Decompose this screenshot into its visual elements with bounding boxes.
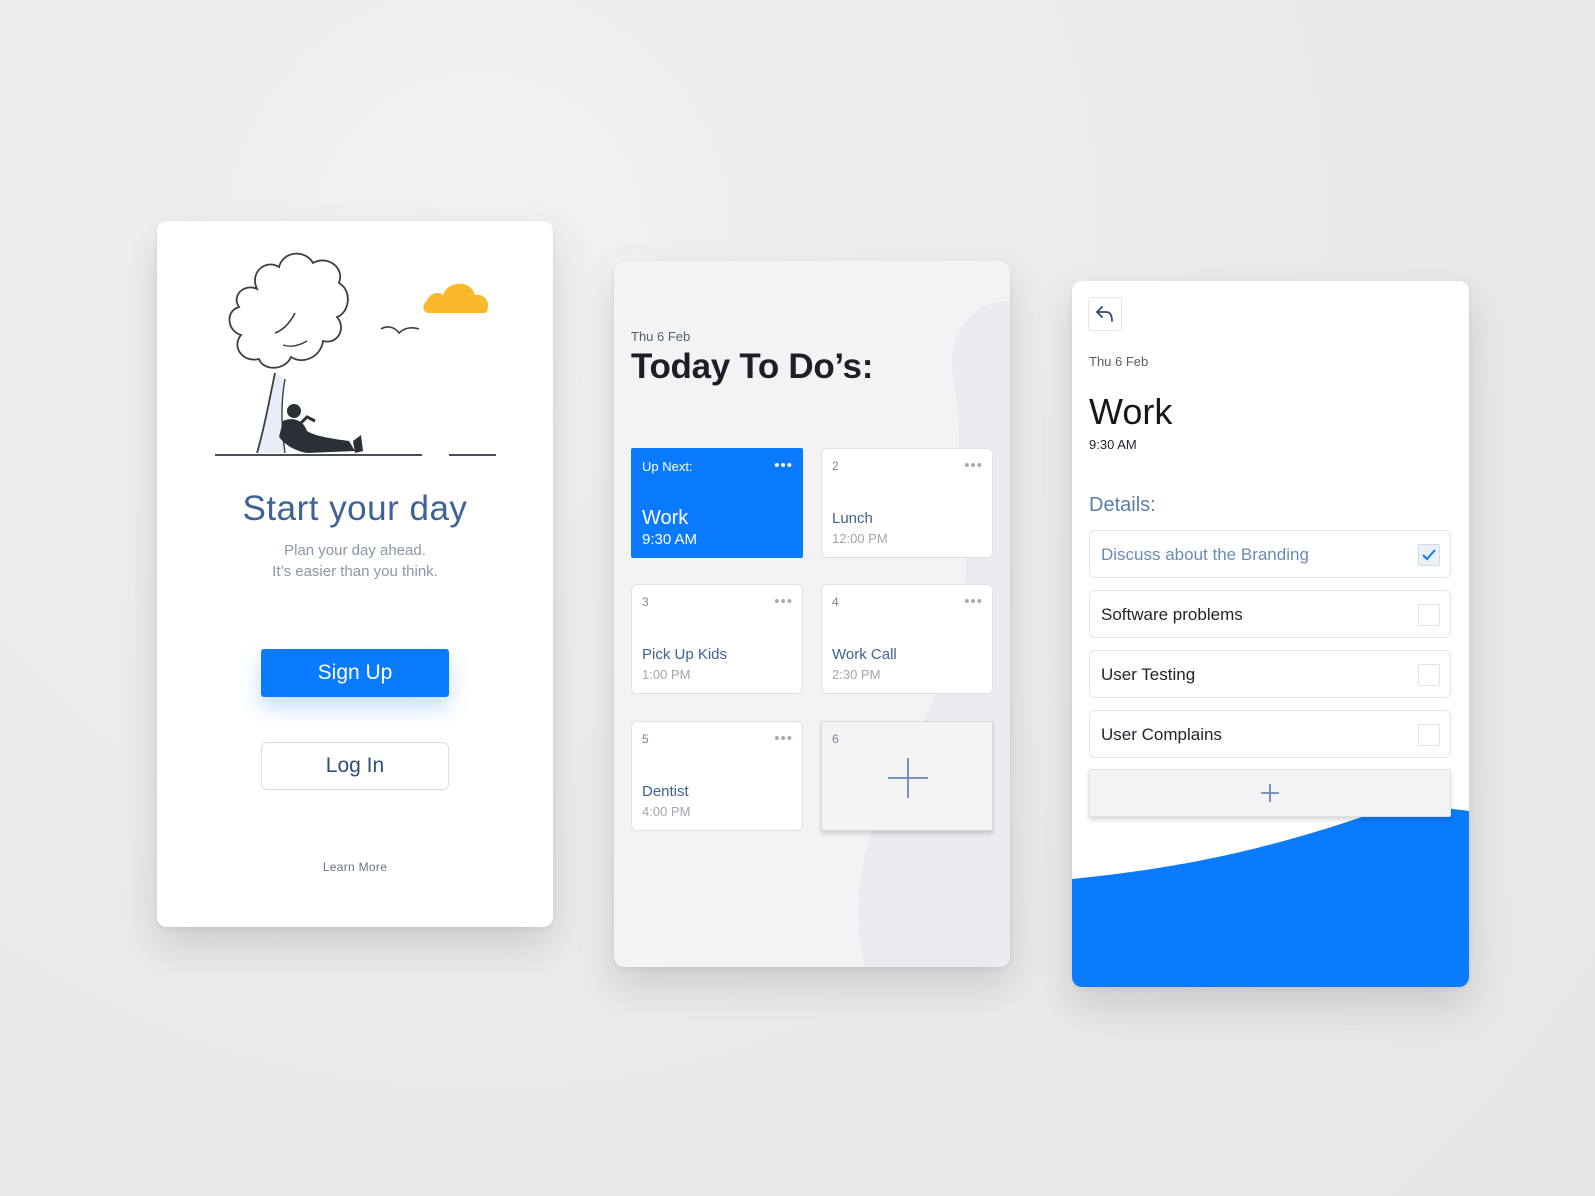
more-options-icon[interactable]: ••• bbox=[964, 458, 983, 473]
page-title: Work bbox=[1089, 391, 1173, 432]
task-checkbox[interactable] bbox=[1418, 724, 1440, 746]
tile-title: Lunch bbox=[832, 510, 873, 527]
todo-tile[interactable]: 5 ••• Dentist 4:00 PM bbox=[631, 721, 803, 831]
tile-time: 12:00 PM bbox=[832, 531, 888, 546]
background-wave bbox=[1072, 807, 1469, 987]
plus-icon bbox=[1261, 784, 1279, 802]
task-item[interactable]: Discuss about the Branding bbox=[1089, 530, 1451, 578]
welcome-subtitle-2: It’s easier than you think. bbox=[272, 563, 438, 580]
task-checkbox[interactable] bbox=[1418, 604, 1440, 626]
tile-number: 5 bbox=[642, 732, 649, 746]
task-item[interactable]: User Complains bbox=[1089, 710, 1451, 758]
today-todos-screen: Thu 6 Feb Today To Do’s: Up Next: ••• Wo… bbox=[614, 261, 1010, 967]
checkmark-icon bbox=[1422, 549, 1436, 561]
back-button[interactable] bbox=[1088, 297, 1122, 331]
welcome-subtitle: Plan your day ahead. bbox=[284, 542, 426, 559]
back-arrow-icon bbox=[1096, 306, 1113, 322]
task-label: User Testing bbox=[1101, 665, 1196, 684]
tile-number: 2 bbox=[832, 459, 839, 473]
more-options-icon[interactable]: ••• bbox=[774, 731, 793, 746]
task-checkbox[interactable] bbox=[1418, 664, 1440, 686]
learn-more-link[interactable]: Learn More bbox=[157, 860, 553, 874]
bird-icon bbox=[380, 326, 420, 335]
welcome-title: Start your day bbox=[242, 489, 468, 528]
event-time: 9:30 AM bbox=[1089, 437, 1137, 452]
task-label: User Complains bbox=[1101, 725, 1222, 744]
tile-number: 6 bbox=[832, 732, 839, 746]
current-date: Thu 6 Feb bbox=[1089, 354, 1149, 369]
tile-time: 2:30 PM bbox=[832, 667, 881, 682]
todo-tile[interactable]: 3 ••• Pick Up Kids 1:00 PM bbox=[631, 584, 803, 694]
plus-icon bbox=[888, 758, 928, 798]
tile-time: 9:30 AM bbox=[642, 531, 698, 548]
task-label: Discuss about the Branding bbox=[1101, 545, 1309, 564]
more-options-icon[interactable]: ••• bbox=[964, 594, 983, 609]
details-heading: Details: bbox=[1089, 494, 1156, 516]
task-label: Software problems bbox=[1101, 605, 1243, 624]
tile-time: 1:00 PM bbox=[642, 667, 691, 682]
more-options-icon[interactable]: ••• bbox=[774, 458, 793, 473]
todo-tile-up-next[interactable]: Up Next: ••• Work 9:30 AM bbox=[631, 448, 803, 558]
current-date: Thu 6 Feb bbox=[631, 329, 691, 344]
relaxing-under-tree-illustration bbox=[215, 252, 496, 456]
log-in-button[interactable]: Log In bbox=[261, 742, 449, 790]
todo-detail-screen: Thu 6 Feb Work 9:30 AM Details: Discuss … bbox=[1072, 281, 1469, 987]
tile-title: Work bbox=[642, 507, 689, 529]
cloud-icon bbox=[423, 283, 489, 313]
tile-number: 3 bbox=[642, 595, 649, 609]
sign-up-button[interactable]: Sign Up bbox=[261, 649, 449, 697]
welcome-screen: Start your day Plan your day ahead. It’s… bbox=[157, 221, 553, 927]
tile-title: Pick Up Kids bbox=[642, 646, 728, 663]
todo-tile[interactable]: 2 ••• Lunch 12:00 PM bbox=[821, 448, 993, 558]
tile-time: 4:00 PM bbox=[642, 804, 691, 819]
add-todo-tile[interactable]: 6 bbox=[821, 721, 993, 831]
page-title: Today To Do’s: bbox=[631, 347, 874, 386]
person-reclining-icon bbox=[279, 404, 363, 453]
todo-tile[interactable]: 4 ••• Work Call 2:30 PM bbox=[821, 584, 993, 694]
tile-label: Up Next: bbox=[642, 459, 693, 474]
task-item[interactable]: Software problems bbox=[1089, 590, 1451, 638]
tile-title: Dentist bbox=[642, 783, 689, 800]
tile-number: 4 bbox=[832, 595, 839, 609]
task-checkbox-checked[interactable] bbox=[1418, 544, 1440, 566]
add-task-button[interactable] bbox=[1089, 769, 1451, 817]
task-item[interactable]: User Testing bbox=[1089, 650, 1451, 698]
more-options-icon[interactable]: ••• bbox=[774, 594, 793, 609]
tile-title: Work Call bbox=[832, 646, 897, 663]
